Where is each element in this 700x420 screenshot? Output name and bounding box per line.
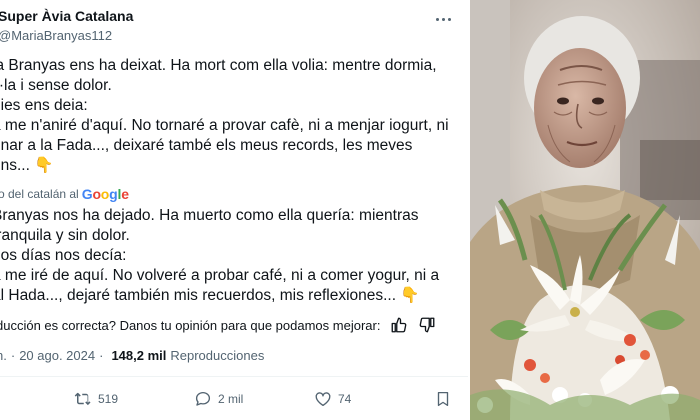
original-line: onar a la Fada..., deixaré també els meu… bbox=[0, 137, 413, 154]
original-line: a me n'aniré d'aquí. No tornaré a provar… bbox=[0, 117, 449, 134]
tweet-meta: n. · 20 ago. 2024 · 148,2 mil Reproducci… bbox=[0, 346, 264, 364]
bookmark-icon bbox=[437, 391, 449, 407]
original-line: il·la i sense dolor. bbox=[0, 77, 112, 94]
tweet-date[interactable]: 20 ago. 2024 bbox=[19, 348, 95, 363]
tweet-original-text: ia Branyas ens ha deixat. Ha mort com el… bbox=[0, 56, 462, 176]
bookmark-button[interactable] bbox=[434, 390, 452, 408]
translation-feedback: ducción es correcta? Danos tu opinión pa… bbox=[0, 316, 436, 334]
original-line: ia Branyas ens ha deixat. Ha mort com el… bbox=[0, 57, 437, 74]
retweet-count: 519 bbox=[98, 392, 119, 406]
translation-notice[interactable]: o del catalán al Google bbox=[0, 186, 129, 202]
thumbs-down-icon[interactable] bbox=[418, 316, 436, 334]
views-count: 148,2 mil bbox=[111, 347, 167, 363]
like-button[interactable]: 74 bbox=[314, 390, 351, 408]
thumbs-up-icon[interactable] bbox=[390, 316, 408, 334]
tweet-translated-text: Branyas nos ha dejado. Ha muerto como el… bbox=[0, 206, 462, 306]
translated-line: tranquila y sin dolor. bbox=[0, 227, 130, 244]
translated-line: nos días nos decía: bbox=[0, 247, 127, 264]
google-logo: Google bbox=[81, 186, 129, 202]
tweet-header: Super Àvia Catalana @MariaBranyas112 bbox=[0, 4, 468, 44]
retweet-icon bbox=[74, 392, 91, 406]
meta-separator: · bbox=[99, 347, 104, 363]
feedback-prompt: ducción es correcta? Danos tu opinión pa… bbox=[0, 317, 381, 333]
original-line: ons... 👇 bbox=[0, 157, 54, 174]
translated-line: al Hada..., dejaré también mis recuerdos… bbox=[0, 287, 420, 304]
translated-line: a me iré de aquí. No volveré a probar ca… bbox=[0, 267, 440, 284]
tweet-panel: Super Àvia Catalana @MariaBranyas112 ia … bbox=[0, 0, 468, 420]
meta-separator: · bbox=[10, 347, 16, 363]
like-count: 74 bbox=[338, 392, 352, 406]
author-display-name[interactable]: Super Àvia Catalana bbox=[0, 8, 133, 24]
translation-notice-text: o del catalán al bbox=[0, 187, 79, 201]
photo-elderly-woman-with-flowers[interactable] bbox=[470, 0, 700, 420]
original-line: dies ens deia: bbox=[0, 97, 88, 114]
views-label: Reproducciones bbox=[170, 347, 265, 363]
divider bbox=[0, 376, 468, 377]
tweet-time[interactable]: n. bbox=[0, 348, 7, 363]
reply-icon bbox=[195, 391, 211, 406]
retweet-button[interactable]: 519 bbox=[74, 390, 118, 408]
photo-illustration bbox=[470, 0, 700, 420]
like-icon bbox=[315, 392, 331, 407]
author-handle[interactable]: @MariaBranyas112 bbox=[0, 28, 112, 43]
reply-count: 2 mil bbox=[218, 392, 244, 406]
more-icon[interactable] bbox=[432, 10, 454, 28]
action-bar: 519 2 mil 74 bbox=[0, 386, 468, 414]
translated-line: Branyas nos ha dejado. Ha muerto como el… bbox=[0, 207, 419, 224]
reply-button[interactable]: 2 mil bbox=[194, 390, 243, 408]
